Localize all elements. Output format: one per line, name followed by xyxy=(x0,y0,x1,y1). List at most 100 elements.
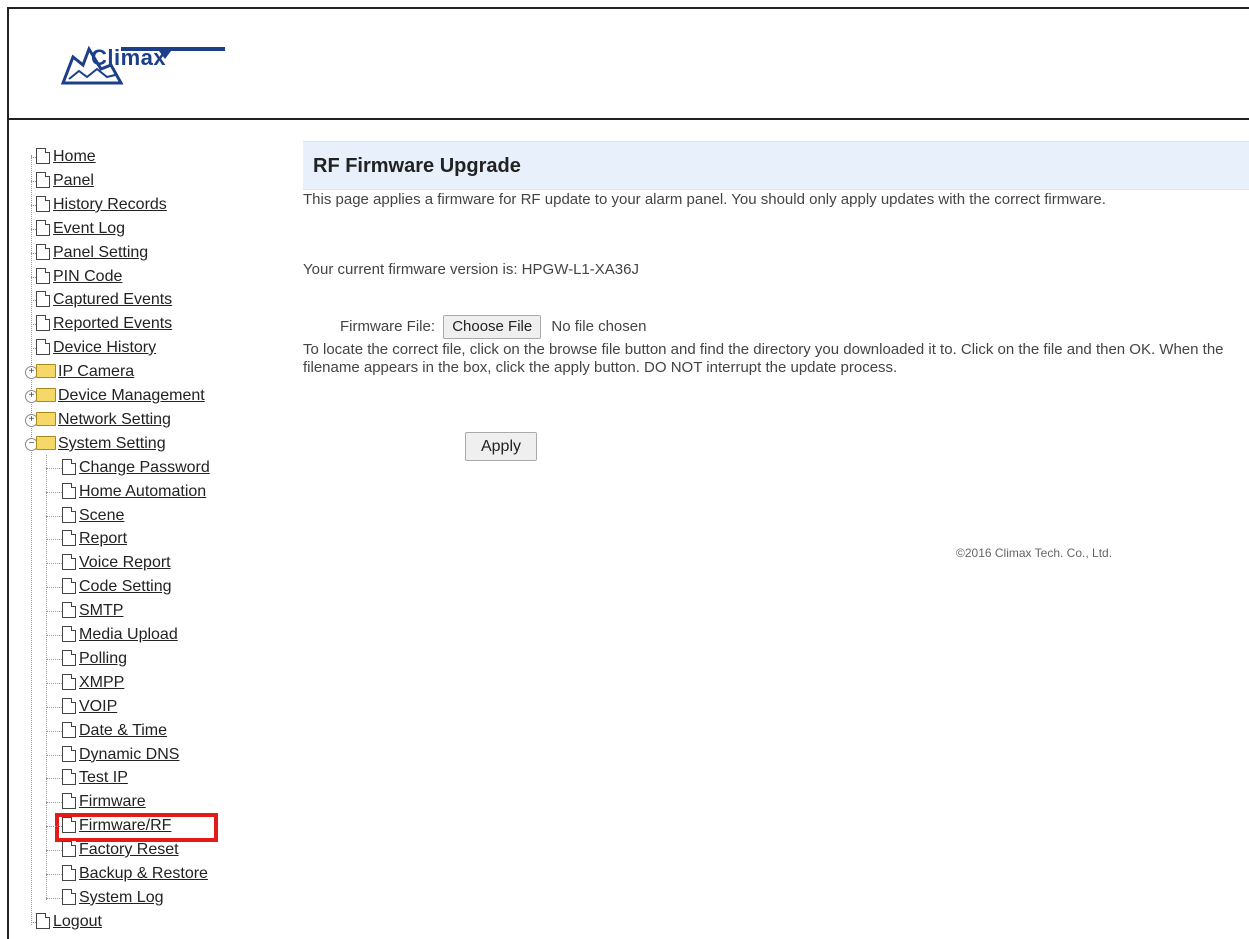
sidebar-item-voice-report[interactable]: Voice Report xyxy=(62,552,171,574)
sidebar-item-label[interactable]: Report xyxy=(79,530,127,547)
sidebar-item-reported-events[interactable]: Reported Events xyxy=(36,313,172,335)
sidebar-item-label[interactable]: PIN Code xyxy=(53,268,122,285)
document-icon xyxy=(62,769,76,785)
document-icon xyxy=(62,650,76,666)
sidebar-item-report[interactable]: Report xyxy=(62,528,127,550)
sidebar-item-label[interactable]: Captured Events xyxy=(53,291,172,308)
choose-file-button[interactable]: Choose File xyxy=(443,315,542,340)
sidebar-item-voip[interactable]: VOIP xyxy=(62,696,117,718)
sidebar-item-label[interactable]: Firmware/RF xyxy=(79,817,171,834)
sidebar-item-factory-reset[interactable]: Factory Reset xyxy=(62,839,179,861)
sidebar-item-label[interactable]: Network Setting xyxy=(58,411,171,428)
document-icon xyxy=(62,817,76,833)
sidebar-item-change-password[interactable]: Change Password xyxy=(62,457,210,479)
sidebar-item-media-upload[interactable]: Media Upload xyxy=(62,624,178,646)
sidebar-item-device-management[interactable]: Device Management xyxy=(36,385,205,407)
tree-connector xyxy=(46,539,62,540)
sidebar-item-code-setting[interactable]: Code Setting xyxy=(62,576,172,598)
sidebar-item-xmpp[interactable]: XMPP xyxy=(62,672,124,694)
tree-connector xyxy=(46,492,62,493)
tree-connector xyxy=(46,731,62,732)
document-icon xyxy=(62,889,76,905)
sidebar-item-captured-events[interactable]: Captured Events xyxy=(36,289,172,311)
sidebar-item-panel[interactable]: Panel xyxy=(36,170,94,192)
sidebar-item-home-automation[interactable]: Home Automation xyxy=(62,481,206,503)
sidebar-item-label[interactable]: VOIP xyxy=(79,698,117,715)
sidebar-item-date-time[interactable]: Date & Time xyxy=(62,720,167,742)
firmware-file-label: Firmware File: xyxy=(340,318,436,335)
sidebar-item-label[interactable]: Reported Events xyxy=(53,315,172,332)
sidebar-item-label[interactable]: Panel xyxy=(53,172,94,189)
sidebar-item-label[interactable]: Home Automation xyxy=(79,483,206,500)
sidebar-item-panel-setting[interactable]: Panel Setting xyxy=(36,242,148,264)
document-icon xyxy=(62,746,76,762)
sidebar-item-firmware-rf[interactable]: Firmware/RF xyxy=(62,815,171,837)
document-icon xyxy=(62,674,76,690)
sidebar-item-home[interactable]: Home xyxy=(36,146,96,168)
firmware-file-row: Firmware File: Choose File No file chose… xyxy=(340,314,646,340)
sidebar-item-label[interactable]: XMPP xyxy=(79,674,124,691)
sidebar-item-label[interactable]: SMTP xyxy=(79,602,123,619)
sidebar-item-label[interactable]: Polling xyxy=(79,650,127,667)
sidebar-item-label[interactable]: System Log xyxy=(79,889,163,906)
help-text: To locate the correct file, click on the… xyxy=(303,341,1224,376)
document-icon xyxy=(36,913,50,929)
document-icon xyxy=(62,530,76,546)
sidebar-item-system-log[interactable]: System Log xyxy=(62,887,163,909)
sidebar-item-label[interactable]: Firmware xyxy=(79,793,146,810)
sidebar-item-label[interactable]: Home xyxy=(53,148,96,165)
sidebar-item-label[interactable]: Test IP xyxy=(79,769,128,786)
sidebar-item-label[interactable]: Factory Reset xyxy=(79,841,179,858)
sidebar-item-label[interactable]: System Setting xyxy=(58,435,166,452)
sidebar-item-test-ip[interactable]: Test IP xyxy=(62,767,128,789)
document-icon xyxy=(36,291,50,307)
sidebar-item-ip-camera[interactable]: IP Camera xyxy=(36,361,134,383)
sidebar-item-history-records[interactable]: History Records xyxy=(36,194,167,216)
sidebar-item-event-log[interactable]: Event Log xyxy=(36,218,125,240)
folder-open-icon xyxy=(36,436,56,450)
sidebar-item-label[interactable]: Backup & Restore xyxy=(79,865,208,882)
sidebar-item-label[interactable]: Date & Time xyxy=(79,722,167,739)
sidebar-item-label[interactable]: Code Setting xyxy=(79,578,172,595)
folder-icon xyxy=(36,388,56,402)
sidebar-item-label[interactable]: Dynamic DNS xyxy=(79,746,179,763)
document-icon xyxy=(62,722,76,738)
apply-button[interactable]: Apply xyxy=(465,432,537,461)
sidebar-item-label[interactable]: Device Management xyxy=(58,387,205,404)
document-icon xyxy=(36,339,50,355)
tree-connector xyxy=(46,898,62,899)
sidebar-item-system-setting[interactable]: System Setting xyxy=(36,433,166,455)
sidebar-item-polling[interactable]: Polling xyxy=(62,648,127,670)
tree-connector xyxy=(46,468,62,469)
sidebar-item-firmware[interactable]: Firmware xyxy=(62,791,146,813)
tree-connector xyxy=(46,611,62,612)
sidebar-item-label[interactable]: Panel Setting xyxy=(53,244,148,261)
sidebar-item-backup-restore[interactable]: Backup & Restore xyxy=(62,863,208,885)
tree-connector xyxy=(46,683,62,684)
sidebar-item-label[interactable]: Event Log xyxy=(53,220,125,237)
sidebar-item-network-setting[interactable]: Network Setting xyxy=(36,409,171,431)
tree-connector xyxy=(46,659,62,660)
sidebar-item-smtp[interactable]: SMTP xyxy=(62,600,123,622)
document-icon xyxy=(62,483,76,499)
sidebar-item-label[interactable]: Media Upload xyxy=(79,626,178,643)
document-icon xyxy=(36,315,50,331)
document-icon xyxy=(62,554,76,570)
sidebar-item-logout[interactable]: Logout xyxy=(36,911,102,933)
sidebar-item-label[interactable]: IP Camera xyxy=(58,363,134,380)
document-icon xyxy=(36,244,50,260)
tree-connector xyxy=(46,755,62,756)
sidebar-item-dynamic-dns[interactable]: Dynamic DNS xyxy=(62,744,179,766)
sidebar-item-label[interactable]: Voice Report xyxy=(79,554,171,571)
copyright: ©2016 Climax Tech. Co., Ltd. xyxy=(956,546,1113,560)
sidebar-item-label[interactable]: Scene xyxy=(79,507,124,524)
sidebar-item-scene[interactable]: Scene xyxy=(62,505,124,527)
sidebar-item-pin-code[interactable]: PIN Code xyxy=(36,266,122,288)
sidebar-item-label[interactable]: History Records xyxy=(53,196,167,213)
sidebar-item-label[interactable]: Device History xyxy=(53,339,156,356)
tree-connector xyxy=(46,802,62,803)
sidebar-item-label[interactable]: Logout xyxy=(53,913,102,930)
document-icon xyxy=(62,626,76,642)
sidebar-item-device-history[interactable]: Device History xyxy=(36,337,156,359)
sidebar-item-label[interactable]: Change Password xyxy=(79,459,210,476)
